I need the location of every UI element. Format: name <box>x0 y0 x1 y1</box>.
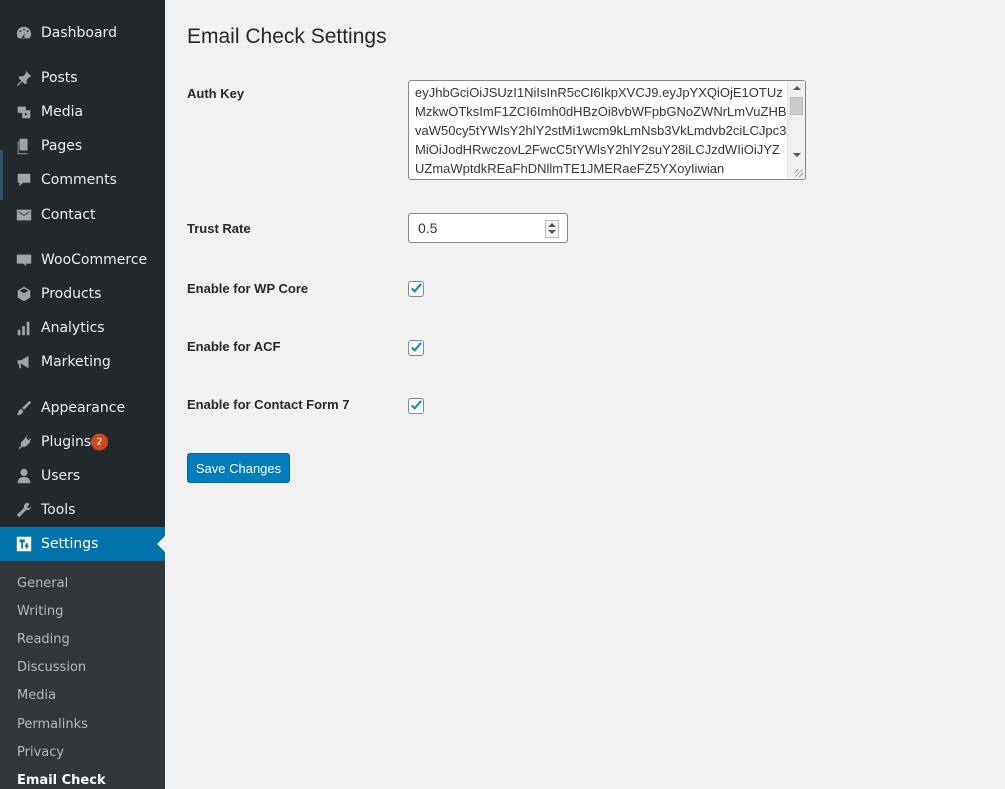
scroll-up-arrow-icon[interactable] <box>793 86 801 90</box>
media-icon <box>14 102 34 122</box>
user-icon <box>14 466 34 486</box>
sidebar-item-dashboard[interactable]: Dashboard <box>0 16 165 50</box>
main-content: Email Check Settings Auth Key eyJhbGciOi… <box>165 0 1005 789</box>
sidebar-item-products[interactable]: Products <box>0 277 165 311</box>
scroll-down-arrow-icon[interactable] <box>793 153 801 157</box>
sidebar-item-label: Dashboard <box>41 25 117 41</box>
resize-grip-icon[interactable] <box>795 169 803 177</box>
sidebar-item-label: Settings <box>41 536 99 552</box>
submenu-item-permalinks[interactable]: Permalinks <box>17 717 88 732</box>
trust-rate-input[interactable]: 0.5 <box>408 213 568 243</box>
sidebar-item-tools[interactable]: Tools <box>0 493 165 527</box>
sidebar-item-label: Contact <box>41 207 96 223</box>
sidebar-item-settings[interactable]: Settings <box>0 527 165 561</box>
sidebar-item-label: Products <box>41 286 102 302</box>
sidebar-item-posts[interactable]: Posts <box>0 61 165 95</box>
settings-submenu: General Writing Reading Discussion Media… <box>0 561 165 789</box>
acf-label: Enable for ACF <box>187 339 281 354</box>
sidebar-item-label: Posts <box>41 70 78 86</box>
sidebar-item-label: Appearance <box>41 400 126 416</box>
box-icon <box>14 284 34 304</box>
contact-form-7-label: Enable for Contact Form 7 <box>187 397 350 412</box>
sidebar-item-appearance[interactable]: Appearance <box>0 391 165 425</box>
megaphone-icon <box>14 352 34 372</box>
wp-core-checkbox[interactable] <box>408 281 424 297</box>
paintbrush-icon <box>14 398 34 418</box>
admin-sidebar: Dashboard Posts Media Pages Comments Con… <box>0 0 165 789</box>
sidebar-item-label: Media <box>41 104 84 120</box>
trust-rate-value: 0.5 <box>418 220 438 236</box>
update-count-badge: 2 <box>91 433 108 451</box>
submenu-item-general[interactable]: General <box>17 576 68 591</box>
number-spinner[interactable] <box>545 220 559 238</box>
auth-key-value: eyJhbGciOiJSUzI1NiIsInR5cCI6IkpXVCJ9.eyJ… <box>415 85 787 176</box>
textarea-scrollbar[interactable] <box>787 81 805 179</box>
sidebar-item-pages[interactable]: Pages <box>0 129 165 163</box>
woocommerce-icon <box>14 250 34 270</box>
sidebar-item-media[interactable]: Media <box>0 95 165 129</box>
sidebar-item-label: Plugins <box>41 434 92 450</box>
scroll-thumb[interactable] <box>790 97 803 115</box>
comment-icon <box>14 170 34 190</box>
checkmark-icon <box>411 400 423 410</box>
submenu-item-email-check[interactable]: Email Check <box>17 773 106 788</box>
sidebar-item-plugins[interactable]: Plugins 2 <box>0 425 165 459</box>
checkmark-icon <box>411 342 423 352</box>
dashboard-icon <box>14 23 34 43</box>
envelope-icon <box>14 205 34 225</box>
bar-chart-icon <box>14 318 34 338</box>
auth-key-label: Auth Key <box>187 86 245 101</box>
sidebar-item-comments[interactable]: Comments <box>0 163 165 197</box>
submenu-item-reading[interactable]: Reading <box>17 632 70 647</box>
sidebar-item-label: Tools <box>41 502 76 518</box>
sidebar-item-marketing[interactable]: Marketing <box>0 345 165 379</box>
sidebar-item-label: Users <box>41 468 81 484</box>
sidebar-item-label: Analytics <box>41 320 105 336</box>
submenu-item-writing[interactable]: Writing <box>17 604 63 619</box>
save-changes-button[interactable]: Save Changes <box>187 453 290 483</box>
submenu-item-discussion[interactable]: Discussion <box>17 660 86 675</box>
settings-icon <box>14 534 34 554</box>
sidebar-item-woocommerce[interactable]: WooCommerce <box>0 243 165 277</box>
trust-rate-label: Trust Rate <box>187 221 251 236</box>
checkmark-icon <box>411 283 423 293</box>
wp-core-label: Enable for WP Core <box>187 281 309 296</box>
wrench-icon <box>14 500 34 520</box>
auth-key-textarea[interactable]: eyJhbGciOiJSUzI1NiIsInR5cCI6IkpXVCJ9.eyJ… <box>408 80 806 180</box>
sidebar-item-label: WooCommerce <box>41 252 148 268</box>
sidebar-item-label: Comments <box>41 172 117 188</box>
page-title: Email Check Settings <box>187 25 387 48</box>
pushpin-icon <box>14 68 34 88</box>
submenu-item-media[interactable]: Media <box>17 688 56 703</box>
sidebar-item-contact[interactable]: Contact <box>0 198 165 232</box>
spin-down-icon[interactable] <box>548 230 556 234</box>
sidebar-item-label: Marketing <box>41 354 111 370</box>
pages-icon <box>14 136 34 156</box>
submenu-item-privacy[interactable]: Privacy <box>17 745 64 760</box>
spin-up-icon[interactable] <box>548 223 556 227</box>
sidebar-item-users[interactable]: Users <box>0 459 165 493</box>
sidebar-item-label: Pages <box>41 138 83 154</box>
plug-icon <box>14 432 34 452</box>
acf-checkbox[interactable] <box>408 340 424 356</box>
contact-form-7-checkbox[interactable] <box>408 398 424 414</box>
sidebar-item-analytics[interactable]: Analytics <box>0 311 165 345</box>
